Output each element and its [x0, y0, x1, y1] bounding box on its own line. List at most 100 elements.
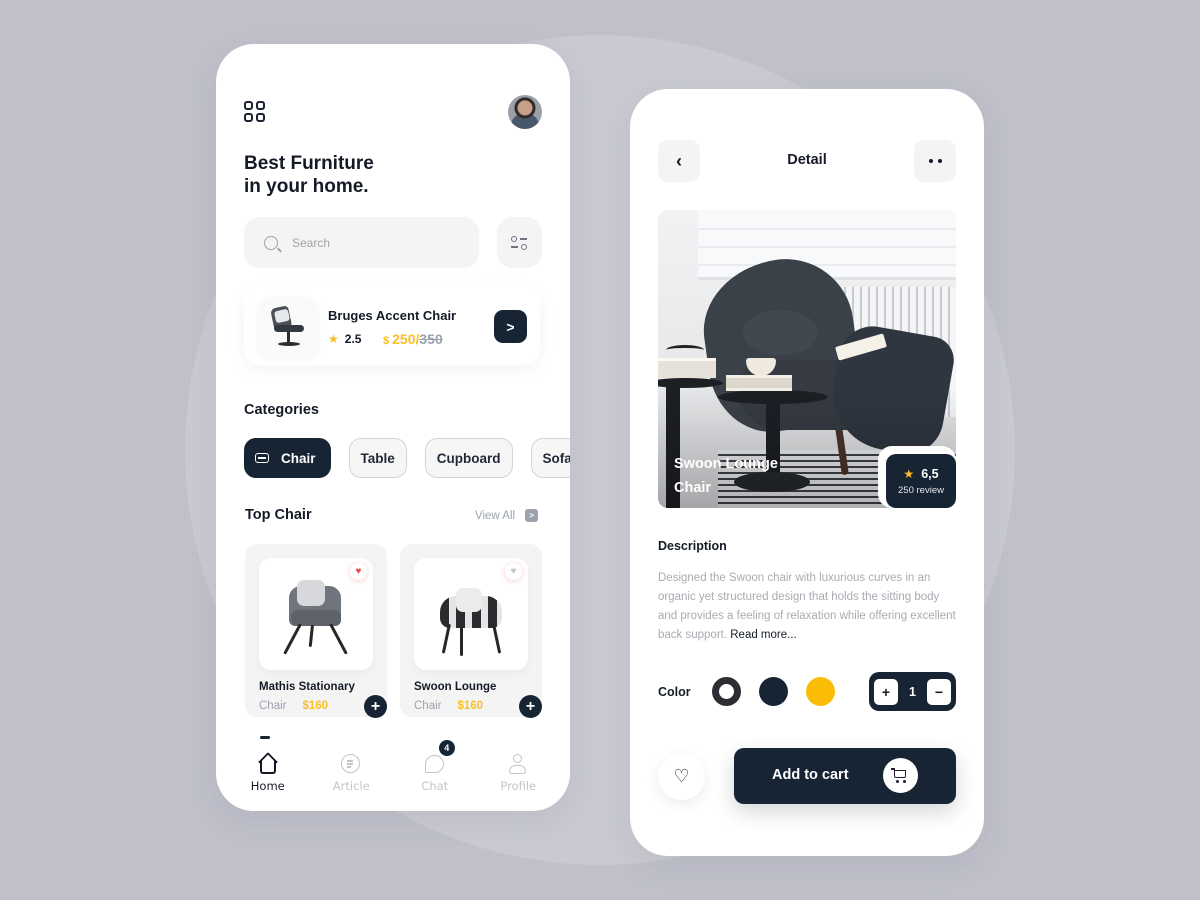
- nav-chat[interactable]: 4 Chat: [400, 740, 470, 793]
- heart-icon: ♥: [510, 565, 517, 577]
- product-meta: Chair $160: [259, 700, 328, 712]
- chevron-right-icon: >: [525, 509, 539, 522]
- search-icon: [264, 235, 278, 250]
- detail-screen: ‹ Detail Swoon Lounge Chair ★ 6,5 250 re…: [630, 89, 984, 856]
- sliders-icon-lower: [511, 244, 527, 250]
- product-name: Mathis Stationary: [259, 681, 355, 693]
- plus-icon: +: [525, 697, 536, 715]
- home-icon: [257, 752, 278, 774]
- color-swatch-white[interactable]: [712, 677, 741, 706]
- rating-card: ★ 6,5 250 review: [886, 454, 956, 508]
- star-icon: ★: [328, 332, 339, 346]
- category-sofa[interactable]: Sofa: [530, 438, 570, 478]
- chat-badge: 4: [438, 740, 455, 756]
- dot-icon: [928, 159, 933, 163]
- category-list: Chair Table Cupboard Sofa: [244, 438, 570, 478]
- minus-icon: −: [934, 683, 944, 700]
- description-title: Description: [658, 539, 727, 553]
- increment-button[interactable]: +: [874, 678, 898, 705]
- category-label: Sofa: [542, 450, 570, 466]
- product-type: Chair: [259, 700, 287, 712]
- nav-label: Chat: [421, 779, 449, 793]
- heart-filled-icon: ♥: [355, 565, 362, 577]
- category-table[interactable]: Table: [348, 438, 407, 478]
- review-count: 250 review: [898, 484, 944, 496]
- color-swatch-navy[interactable]: [759, 677, 788, 706]
- category-cupboard[interactable]: Cupboard: [424, 438, 513, 478]
- current-price: 250/: [392, 331, 420, 347]
- cart-icon: [883, 758, 918, 793]
- bottom-navigation: Home Article 4 Chat Profile: [216, 736, 570, 811]
- rating-value: 6,5: [921, 466, 939, 481]
- featured-rating: ★ 2.5: [328, 332, 361, 346]
- product-image: ♥: [414, 558, 528, 670]
- category-label: Chair: [281, 450, 316, 466]
- heart-icon: ♡: [673, 766, 690, 786]
- chevron-right-icon: >: [506, 318, 515, 335]
- add-to-cart-label: Add to cart: [772, 767, 849, 783]
- description-text: Designed the Swoon chair with luxurious …: [658, 569, 958, 645]
- description-body: Designed the Swoon chair with luxurious …: [658, 572, 956, 641]
- favorite-button[interactable]: ♥: [350, 563, 367, 580]
- nav-article[interactable]: Article: [316, 754, 386, 793]
- scroll-indicator: [260, 736, 270, 739]
- old-price: 350: [419, 331, 443, 347]
- decrement-button[interactable]: −: [926, 678, 951, 705]
- plus-icon: +: [370, 697, 381, 715]
- color-label: Color: [658, 685, 691, 699]
- favorite-button[interactable]: ♡: [658, 753, 705, 800]
- quantity-stepper: + 1 −: [869, 672, 956, 711]
- product-card[interactable]: ♥ Mathis Stationary Chair $160 +: [245, 544, 387, 718]
- sofa-icon: [255, 453, 269, 463]
- nav-label: Home: [250, 779, 285, 793]
- filter-button[interactable]: [497, 217, 542, 268]
- nav-label: Article: [332, 779, 370, 793]
- plus-icon: +: [881, 683, 891, 700]
- grid-icon[interactable]: [244, 101, 266, 123]
- categories-title: Categories: [244, 402, 319, 418]
- featured-product-image: [258, 297, 318, 357]
- nav-label: Profile: [500, 779, 537, 793]
- category-chair[interactable]: Chair: [244, 438, 331, 478]
- sliders-icon: [511, 236, 527, 242]
- add-product-button[interactable]: +: [364, 695, 387, 718]
- featured-product-name: Bruges Accent Chair: [328, 308, 457, 323]
- page-title: Best Furniture in your home.: [244, 152, 374, 198]
- view-all-label: View All: [475, 509, 516, 522]
- read-more-link[interactable]: Read more...: [730, 629, 796, 641]
- product-type: Chair: [414, 700, 442, 712]
- quantity-value: 1: [909, 684, 916, 699]
- category-label: Cupboard: [436, 450, 501, 466]
- profile-icon: [508, 754, 528, 774]
- nav-profile[interactable]: Profile: [483, 754, 553, 793]
- add-product-button[interactable]: +: [519, 695, 542, 718]
- product-image: ♥: [259, 558, 373, 670]
- featured-price: $250/350: [383, 331, 443, 347]
- search-placeholder: Search: [292, 235, 331, 250]
- product-name: Swoon Lounge Chair: [674, 456, 778, 496]
- headline-line-1: Best Furniture: [244, 153, 374, 174]
- top-chair-title: Top Chair: [245, 507, 312, 523]
- more-options-button[interactable]: [914, 140, 956, 182]
- article-icon: [341, 754, 361, 774]
- open-product-button[interactable]: >: [494, 310, 527, 343]
- favorite-button[interactable]: ♥: [505, 563, 522, 580]
- home-screen: Best Furniture in your home. Search Brug…: [216, 44, 570, 811]
- headline-line-2: in your home.: [244, 176, 369, 197]
- product-card[interactable]: ♥ Swoon Lounge Chair $160 +: [400, 544, 542, 718]
- nav-home[interactable]: Home: [233, 752, 303, 793]
- search-input[interactable]: Search: [244, 217, 479, 268]
- featured-product-card[interactable]: Bruges Accent Chair ★ 2.5 $250/350 >: [244, 287, 540, 365]
- view-all-link[interactable]: View All >: [475, 509, 539, 522]
- product-name: Swoon Lounge: [414, 681, 497, 693]
- product-meta: Chair $160: [414, 700, 483, 712]
- dot-icon: [937, 159, 942, 163]
- currency-symbol: $: [383, 335, 390, 347]
- category-label: Table: [360, 450, 395, 466]
- add-to-cart-button[interactable]: Add to cart: [734, 748, 956, 804]
- chat-icon: 4: [424, 740, 455, 774]
- color-swatch-yellow[interactable]: [806, 677, 835, 706]
- avatar[interactable]: [508, 95, 542, 129]
- rating-value: 2.5: [344, 332, 362, 346]
- product-price: $160: [457, 700, 484, 712]
